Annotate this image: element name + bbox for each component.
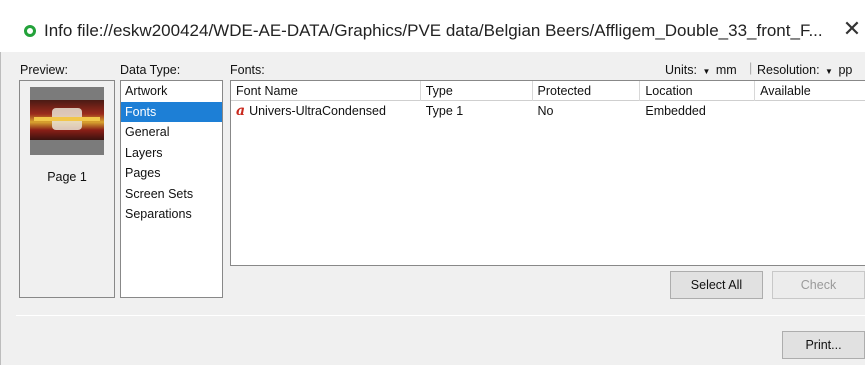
column-header-location[interactable]: Location bbox=[640, 81, 756, 101]
data-type-label: Data Type: bbox=[120, 63, 181, 77]
page-label: Page 1 bbox=[47, 170, 87, 184]
resolution-value[interactable]: pp bbox=[838, 63, 852, 77]
units-dropdown-arrow-icon[interactable]: ▼ bbox=[702, 67, 710, 76]
print-button[interactable]: Print... bbox=[782, 331, 865, 359]
data-type-item-screen-sets[interactable]: Screen Sets bbox=[121, 184, 222, 205]
cell-available bbox=[755, 101, 865, 121]
fonts-table: Font Name Type Protected Location Available … bbox=[230, 80, 865, 266]
resolution-dropdown-arrow-icon[interactable]: ▼ bbox=[825, 67, 833, 76]
close-button[interactable]: ✕ bbox=[842, 17, 862, 41]
cell-protected: No bbox=[537, 104, 554, 118]
preview-label: Preview: bbox=[20, 63, 68, 77]
fonts-label: Fonts: bbox=[230, 63, 265, 77]
data-type-item-layers[interactable]: Layers bbox=[121, 143, 222, 164]
window-left-border bbox=[0, 52, 1, 365]
artwork-preview-image bbox=[30, 100, 104, 140]
check-button[interactable]: Check bbox=[772, 271, 865, 299]
data-type-list[interactable]: Artwork Fonts General Layers Pages Screen Set… bbox=[120, 80, 223, 298]
column-header-font-name[interactable]: Font Name bbox=[231, 81, 421, 101]
units-value[interactable]: mm bbox=[716, 63, 737, 77]
column-header-available[interactable]: Available bbox=[755, 81, 865, 101]
status-circle-icon bbox=[24, 25, 36, 37]
cell-name: a Univers-UltraCondensed bbox=[231, 101, 421, 121]
preview-panel: Page 1 bbox=[19, 80, 115, 298]
table-header: Font Name Type Protected Location Available bbox=[231, 81, 865, 101]
cell-location: Embedded bbox=[645, 104, 706, 118]
font-type-icon: a bbox=[236, 103, 246, 119]
window-title: Info file://eskw200424/WDE-AE-DATA/Graph… bbox=[44, 21, 823, 40]
units-label: Units: bbox=[665, 63, 697, 77]
table-row[interactable]: a Univers-UltraCondensed Type 1 No Embedded bbox=[231, 101, 865, 121]
resolution-control[interactable]: Resolution: ▼ pp bbox=[757, 63, 852, 77]
cell-type: Type 1 bbox=[425, 104, 464, 118]
column-header-type[interactable]: Type bbox=[421, 81, 533, 101]
column-header-protected[interactable]: Protected bbox=[533, 81, 641, 101]
data-type-item-artwork[interactable]: Artwork bbox=[121, 81, 222, 102]
data-type-item-fonts[interactable]: Fonts bbox=[121, 101, 222, 122]
resolution-label: Resolution: bbox=[757, 63, 820, 77]
title-bar: Info file://eskw200424/WDE-AE-DATA/Graph… bbox=[0, 0, 865, 52]
data-type-item-separations[interactable]: Separations bbox=[121, 204, 222, 225]
select-all-button[interactable]: Select All bbox=[670, 271, 763, 299]
divider bbox=[16, 315, 865, 316]
font-name-text: Univers-UltraCondensed bbox=[249, 104, 386, 118]
units-separator: | bbox=[749, 61, 753, 75]
data-type-item-pages[interactable]: Pages bbox=[121, 163, 222, 184]
data-type-item-general[interactable]: General bbox=[121, 122, 222, 143]
units-control[interactable]: Units: ▼ mm bbox=[665, 63, 737, 77]
table-body: a Univers-UltraCondensed Type 1 No Embedded bbox=[231, 101, 865, 121]
